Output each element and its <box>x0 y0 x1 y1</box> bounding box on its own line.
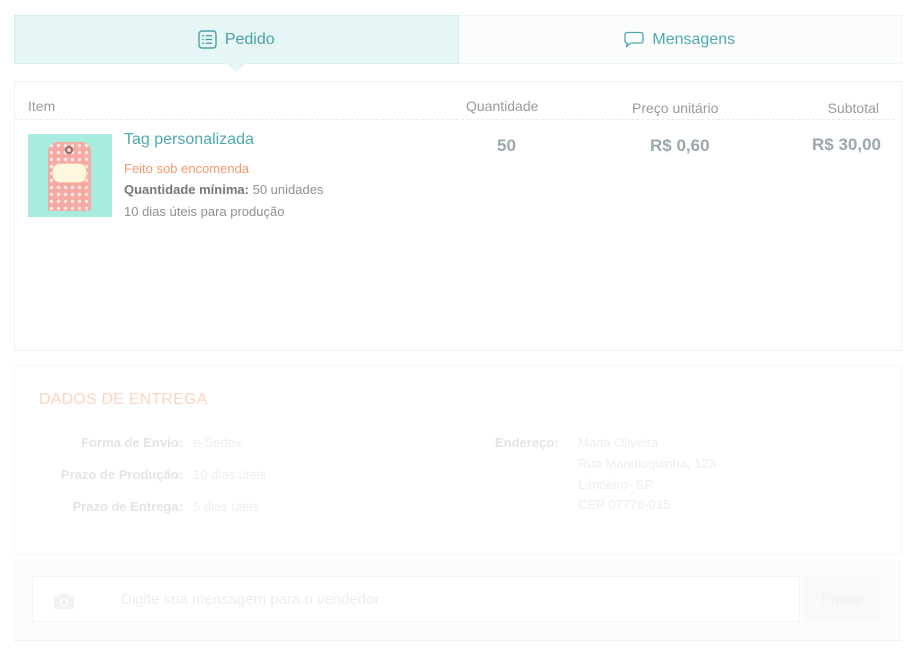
tag-hole <box>65 146 73 154</box>
column-quantity: Quantidade <box>466 98 539 114</box>
list-icon <box>198 30 217 49</box>
tab-bar: Pedido Mensagens <box>14 15 902 72</box>
delivery-time-value: 5 dias úteis <box>193 499 259 514</box>
tab-pedido[interactable]: Pedido <box>14 15 459 72</box>
chat-bubble-icon <box>624 31 645 48</box>
address-line: Maria Oliveira <box>578 435 659 450</box>
message-input[interactable]: Digite sua mensagem para o vendedor <box>32 576 800 622</box>
item-subtotal: R$ 30,00 <box>812 135 881 154</box>
item-quantity: 50 <box>497 136 516 155</box>
item-unit-price: R$ 0,60 <box>650 136 710 155</box>
address-label: Endereço: <box>495 435 559 450</box>
shipping-method-label: Forma de Envio: <box>81 435 183 450</box>
tab-mensagens-label: Mensagens <box>652 30 736 48</box>
gift-tag-image <box>48 142 91 211</box>
tab-pedido-label: Pedido <box>224 30 275 48</box>
delivery-time-label: Prazo de Entrega: <box>72 499 183 514</box>
order-table-header: Item Quantidade Preço unitário Subtotal <box>15 96 895 120</box>
message-bar: Digite sua mensagem para o vendedor Envi… <box>14 560 902 641</box>
column-item: Item <box>28 98 56 114</box>
minimum-quantity: Quantidade mínima: 50 unidades <box>124 182 323 197</box>
column-subtotal: Subtotal <box>827 100 879 116</box>
shipping-method-value: e-Sedex <box>193 435 242 450</box>
send-button[interactable]: Enviar <box>803 576 881 622</box>
tab-mensagens[interactable]: Mensagens <box>458 15 902 64</box>
column-unit-price: Preço unitário <box>632 100 719 116</box>
production-time-value: 10 dias úteis <box>193 467 266 482</box>
minimum-quantity-label: Quantidade mínima: <box>124 182 249 197</box>
delivery-panel: DADOS DE ENTREGA Forma de Envio: e-Sedex… <box>14 365 902 555</box>
order-panel: Item Quantidade Preço unitário Subtotal … <box>14 81 902 351</box>
camera-icon[interactable] <box>53 592 75 614</box>
product-name-link[interactable]: Tag personalizada <box>124 131 254 149</box>
tag-label-shape <box>52 163 87 183</box>
address-line: Rua Mandioquinha, 123 <box>578 456 717 471</box>
production-time-note: 10 dias úteis para produção <box>124 204 285 219</box>
made-to-order-note: Feito sob encomenda <box>124 161 250 176</box>
product-thumbnail[interactable] <box>28 134 112 217</box>
address-line: CEP 07776-015 <box>578 497 671 512</box>
minimum-quantity-value: 50 unidades <box>252 182 324 197</box>
production-time-label: Prazo de Produção: <box>60 467 183 482</box>
address-line: Limoeiro- SP <box>578 477 654 492</box>
delivery-title: DADOS DE ENTREGA <box>39 391 208 408</box>
message-placeholder: Digite sua mensagem para o vendedor <box>121 591 380 608</box>
